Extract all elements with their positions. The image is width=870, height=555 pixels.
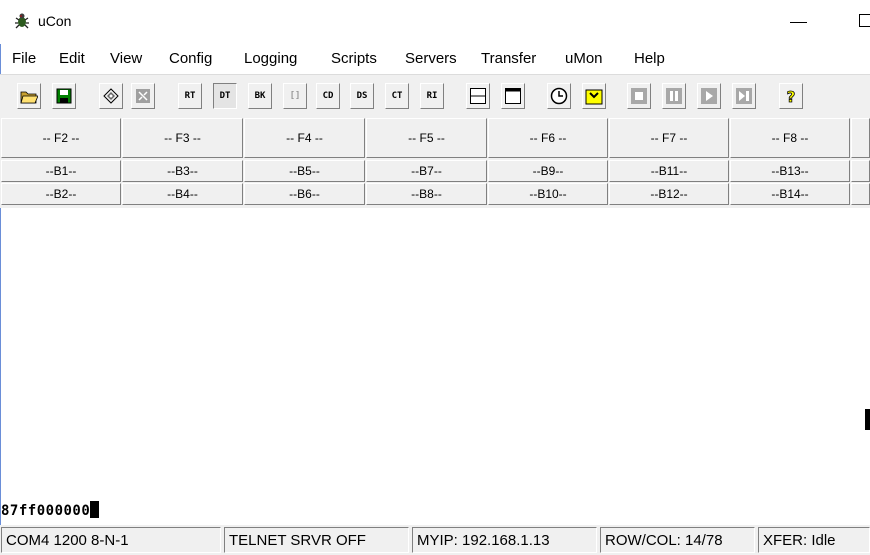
status-telnet: TELNET SRVR OFF [224,527,409,553]
toolbar: RT DT BK [] CD DS CT RI ? [0,74,870,117]
menu-view[interactable]: View [110,50,142,67]
brackets-button[interactable]: [] [283,83,307,109]
arrows-button[interactable] [131,83,155,109]
f6-button[interactable]: -- F6 -- [488,118,608,158]
b14-button[interactable]: --B14-- [730,183,850,205]
b10-button[interactable]: --B10-- [488,183,608,205]
brk-button[interactable]: BK [248,83,272,109]
step-icon [736,88,752,104]
status-xfer: XFER: Idle [758,527,870,553]
cts-icon: CT [391,91,403,101]
b2-button[interactable]: --B2-- [1,183,121,205]
split-view-icon [470,88,486,104]
text-cursor [90,501,100,518]
menu-bar: File Edit View Config Logging Scripts Se… [0,48,870,72]
terminal-text: 87ff000000 [1,503,91,519]
b13-button[interactable]: --B13-- [730,160,850,182]
pause-icon [666,88,682,104]
ri-icon: RI [426,91,438,101]
b11-button[interactable]: --B11-- [609,160,729,182]
f4-button[interactable]: -- F4 -- [244,118,365,158]
b12-button[interactable]: --B12-- [609,183,729,205]
maximize-button[interactable] [859,14,870,27]
f7-button[interactable]: -- F7 -- [609,118,729,158]
split-view-button[interactable] [466,83,490,109]
cd-icon: CD [322,91,334,101]
single-view-button[interactable] [501,83,525,109]
disabled-arrows-icon [136,89,150,103]
menu-servers[interactable]: Servers [405,50,457,67]
b3-button[interactable]: --B3-- [122,160,243,182]
rts-icon: RT [184,91,196,101]
f5-button[interactable]: -- F5 -- [366,118,487,158]
yellow-folder-icon [585,89,603,105]
menu-help[interactable]: Help [634,50,665,67]
b15-button-partial[interactable] [851,160,870,182]
title-bar[interactable]: uCon [0,0,870,44]
dsr-icon: DS [356,91,368,101]
stop-button[interactable] [627,83,651,109]
wizard-button[interactable] [99,83,123,109]
status-rowcol: ROW/COL: 14/78 [600,527,755,553]
brackets-icon: [] [289,91,301,101]
cd-button[interactable]: CD [316,83,340,109]
pause-button[interactable] [662,83,686,109]
scroll-marker [865,409,870,430]
single-view-icon [505,88,521,104]
b5-button[interactable]: --B5-- [244,160,365,182]
dtr-icon: DT [219,91,231,101]
wizard-icon [103,88,119,104]
step-button[interactable] [732,83,756,109]
yellow-folder-button[interactable] [582,83,606,109]
menu-logging[interactable]: Logging [244,50,297,67]
dtr-button[interactable]: DT [213,83,237,109]
stop-icon [631,88,647,104]
save-button[interactable] [52,83,76,109]
menu-transfer[interactable]: Transfer [481,50,536,67]
window-title: uCon [38,13,72,29]
menu-file[interactable]: File [12,50,36,67]
help-button[interactable]: ? [779,83,803,109]
cts-button[interactable]: CT [385,83,409,109]
b1-button[interactable]: --B1-- [1,160,121,182]
b4-button[interactable]: --B4-- [122,183,243,205]
b9-button[interactable]: --B9-- [488,160,608,182]
svg-text:?: ? [787,88,796,105]
f2-button[interactable]: -- F2 -- [1,118,121,158]
help-icon: ? [786,88,796,105]
minimize-button[interactable] [790,22,807,23]
terminal-line: 87ff000000 [1,501,100,519]
dsr-button[interactable]: DS [350,83,374,109]
clock-icon [550,87,568,105]
rts-button[interactable]: RT [178,83,202,109]
play-button[interactable] [697,83,721,109]
menu-umon[interactable]: uMon [565,50,603,67]
menu-edit[interactable]: Edit [59,50,85,67]
play-icon [701,88,717,104]
f9-button-partial[interactable] [851,118,870,158]
open-button[interactable] [17,83,41,109]
b6-button[interactable]: --B6-- [244,183,365,205]
status-port: COM4 1200 8-N-1 [1,527,221,553]
status-myip: MYIP: 192.168.1.13 [412,527,597,553]
f8-button[interactable]: -- F8 -- [730,118,850,158]
clock-button[interactable] [547,83,571,109]
b8-button[interactable]: --B8-- [366,183,487,205]
menu-config[interactable]: Config [169,50,212,67]
status-bar: COM4 1200 8-N-1 TELNET SRVR OFF MYIP: 19… [0,525,870,555]
open-icon [20,91,38,104]
b7-button[interactable]: --B7-- [366,160,487,182]
b16-button-partial[interactable] [851,183,870,205]
app-bug-icon [13,12,31,30]
f3-button[interactable]: -- F3 -- [122,118,243,158]
save-icon [56,88,72,104]
ri-button[interactable]: RI [420,83,444,109]
brk-icon: BK [254,91,266,101]
menu-scripts[interactable]: Scripts [331,50,377,67]
function-key-panel: -- F2 -- -- F3 -- -- F4 -- -- F5 -- -- F… [0,116,870,208]
terminal-area[interactable]: 87ff000000 [1,208,870,524]
